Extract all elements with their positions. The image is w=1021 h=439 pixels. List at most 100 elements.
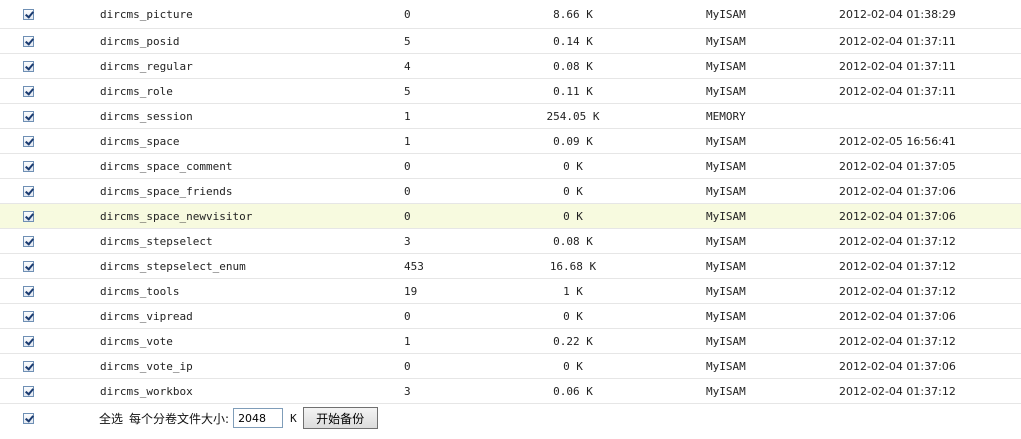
footer-controls: 全选 每个分卷文件大小: K 开始备份: [99, 403, 378, 433]
row-count-cell: 0: [404, 209, 411, 223]
row-checkbox[interactable]: [21, 204, 35, 228]
engine-cell: MyISAM: [706, 159, 746, 173]
row-checkbox[interactable]: [21, 129, 35, 153]
data-size-cell: 0.11 K: [553, 84, 593, 98]
row-count-cell: 1: [404, 134, 411, 148]
row-count-cell: 3: [404, 234, 411, 248]
row-checkbox[interactable]: [21, 154, 35, 178]
row-checkbox[interactable]: [21, 254, 35, 278]
engine-cell: MyISAM: [706, 84, 746, 98]
data-size-cell: 0 K: [563, 359, 583, 373]
data-size-cell: 0 K: [563, 184, 583, 198]
table-row: dircms_space_newvisitor 0 0 K MyISAM 2012-02…: [0, 204, 1021, 229]
data-size-cell: 0.08 K: [553, 59, 593, 73]
engine-cell: MyISAM: [706, 234, 746, 248]
updated-time-cell: 2012-02-04 01:37:11: [839, 84, 956, 98]
table-name-cell: dircms_role: [100, 84, 173, 98]
engine-cell: MyISAM: [706, 59, 746, 73]
table-name-cell: dircms_vote_ip: [100, 359, 193, 373]
updated-time-cell: 2012-02-04 01:37:12: [839, 334, 956, 348]
row-checkbox[interactable]: [21, 179, 35, 203]
engine-cell: MyISAM: [706, 384, 746, 398]
engine-cell: MyISAM: [706, 209, 746, 223]
updated-time-cell: 2012-02-04 01:37:11: [839, 34, 956, 48]
row-checkbox[interactable]: [21, 354, 35, 378]
table-row: dircms_posid 5 0.14 K MyISAM 2012-02-04 01:3…: [0, 29, 1021, 54]
engine-cell: MyISAM: [706, 7, 746, 21]
row-count-cell: 3: [404, 384, 411, 398]
data-size-cell: 0.08 K: [553, 234, 593, 248]
data-size-cell: 0.22 K: [553, 334, 593, 348]
row-checkbox[interactable]: [21, 304, 35, 328]
row-checkbox[interactable]: [21, 379, 35, 403]
table-name-cell: dircms_vote: [100, 334, 173, 348]
data-size-cell: 8.66 K: [553, 7, 593, 21]
table-name-cell: dircms_posid: [100, 34, 180, 48]
row-checkbox[interactable]: [21, 229, 35, 253]
engine-cell: MyISAM: [706, 334, 746, 348]
row-count-cell: 0: [404, 184, 411, 198]
table-row: dircms_space 1 0.09 K MyISAM 2012-02-05 16:5…: [0, 129, 1021, 154]
data-size-cell: 254.05 K: [546, 109, 600, 123]
row-count-cell: 4: [404, 59, 411, 73]
data-size-cell: 16.68 K: [549, 259, 597, 273]
row-checkbox[interactable]: [21, 279, 35, 303]
table-name-cell: dircms_tools: [100, 284, 180, 298]
volume-size-input[interactable]: [233, 408, 284, 428]
backup-footer: 全选 每个分卷文件大小: K 开始备份: [0, 403, 1021, 433]
table-row: dircms_stepselect 3 0.08 K MyISAM 2012-02-04…: [0, 229, 1021, 254]
row-count-cell: 19: [404, 284, 418, 298]
row-checkbox[interactable]: [21, 54, 35, 78]
row-checkbox[interactable]: [21, 79, 35, 103]
updated-time-cell: 2012-02-04 01:37:11: [839, 59, 956, 73]
table-row: dircms_vote 1 0.22 K MyISAM 2012-02-04 01:37…: [0, 329, 1021, 354]
data-size-cell: 0 K: [563, 159, 583, 173]
engine-cell: MyISAM: [706, 184, 746, 198]
updated-time-cell: 2012-02-04 01:37:06: [839, 209, 956, 223]
row-checkbox[interactable]: [21, 29, 35, 53]
table-row: dircms_regular 4 0.08 K MyISAM 2012-02-04 01…: [0, 54, 1021, 79]
engine-cell: MEMORY: [706, 109, 746, 123]
table-name-cell: dircms_vipread: [100, 309, 193, 323]
engine-cell: MyISAM: [706, 284, 746, 298]
volume-size-label: 每个分卷文件大小:: [129, 411, 230, 426]
table-row: dircms_vote_ip 0 0 K MyISAM 2012-02-04 01:37…: [0, 354, 1021, 379]
engine-cell: MyISAM: [706, 359, 746, 373]
row-checkbox[interactable]: [21, 104, 35, 128]
row-count-cell: 0: [404, 309, 411, 323]
select-all-label[interactable]: 全选: [99, 410, 123, 427]
table-name-cell: dircms_stepselect: [100, 234, 213, 248]
start-backup-button[interactable]: 开始备份: [302, 407, 378, 429]
row-count-cell: 1: [404, 334, 411, 348]
row-count-cell: 0: [404, 159, 411, 173]
row-checkbox[interactable]: [21, 0, 35, 28]
updated-time-cell: 2012-02-04 01:37:12: [839, 284, 956, 298]
updated-time-cell: 2012-02-04 01:37:06: [839, 184, 956, 198]
table-name-cell: dircms_space_friends: [100, 184, 233, 198]
row-checkbox[interactable]: [21, 329, 35, 353]
table-row: dircms_session 1 254.05 K MEMORY: [0, 104, 1021, 129]
data-size-cell: 1 K: [563, 284, 583, 298]
engine-cell: MyISAM: [706, 309, 746, 323]
table-name-cell: dircms_stepselect_enum: [100, 259, 246, 273]
table-name-cell: dircms_space_newvisitor: [100, 209, 253, 223]
select-all-checkbox[interactable]: [21, 403, 35, 433]
row-count-cell: 0: [404, 359, 411, 373]
table-name-cell: dircms_space: [100, 134, 180, 148]
table-row: dircms_space_friends 0 0 K MyISAM 2012-02-04…: [0, 179, 1021, 204]
data-size-cell: 0 K: [563, 309, 583, 323]
data-size-cell: 0.14 K: [553, 34, 593, 48]
table-row: dircms_stepselect_enum 453 16.68 K MyISAM 20…: [0, 254, 1021, 279]
row-count-cell: 0: [404, 7, 411, 21]
table-row: dircms_picture 0 8.66 K MyISAM 2012-02-04 01…: [0, 0, 1021, 29]
engine-cell: MyISAM: [706, 34, 746, 48]
volume-size-unit: K: [290, 411, 297, 425]
table-name-cell: dircms_workbox: [100, 384, 193, 398]
row-count-cell: 5: [404, 84, 411, 98]
row-count-cell: 5: [404, 34, 411, 48]
updated-time-cell: 2012-02-05 16:56:41: [839, 134, 956, 148]
updated-time-cell: 2012-02-04 01:37:05: [839, 159, 956, 173]
row-count-cell: 453: [404, 259, 424, 273]
engine-cell: MyISAM: [706, 259, 746, 273]
updated-time-cell: 2012-02-04 01:37:12: [839, 234, 956, 248]
